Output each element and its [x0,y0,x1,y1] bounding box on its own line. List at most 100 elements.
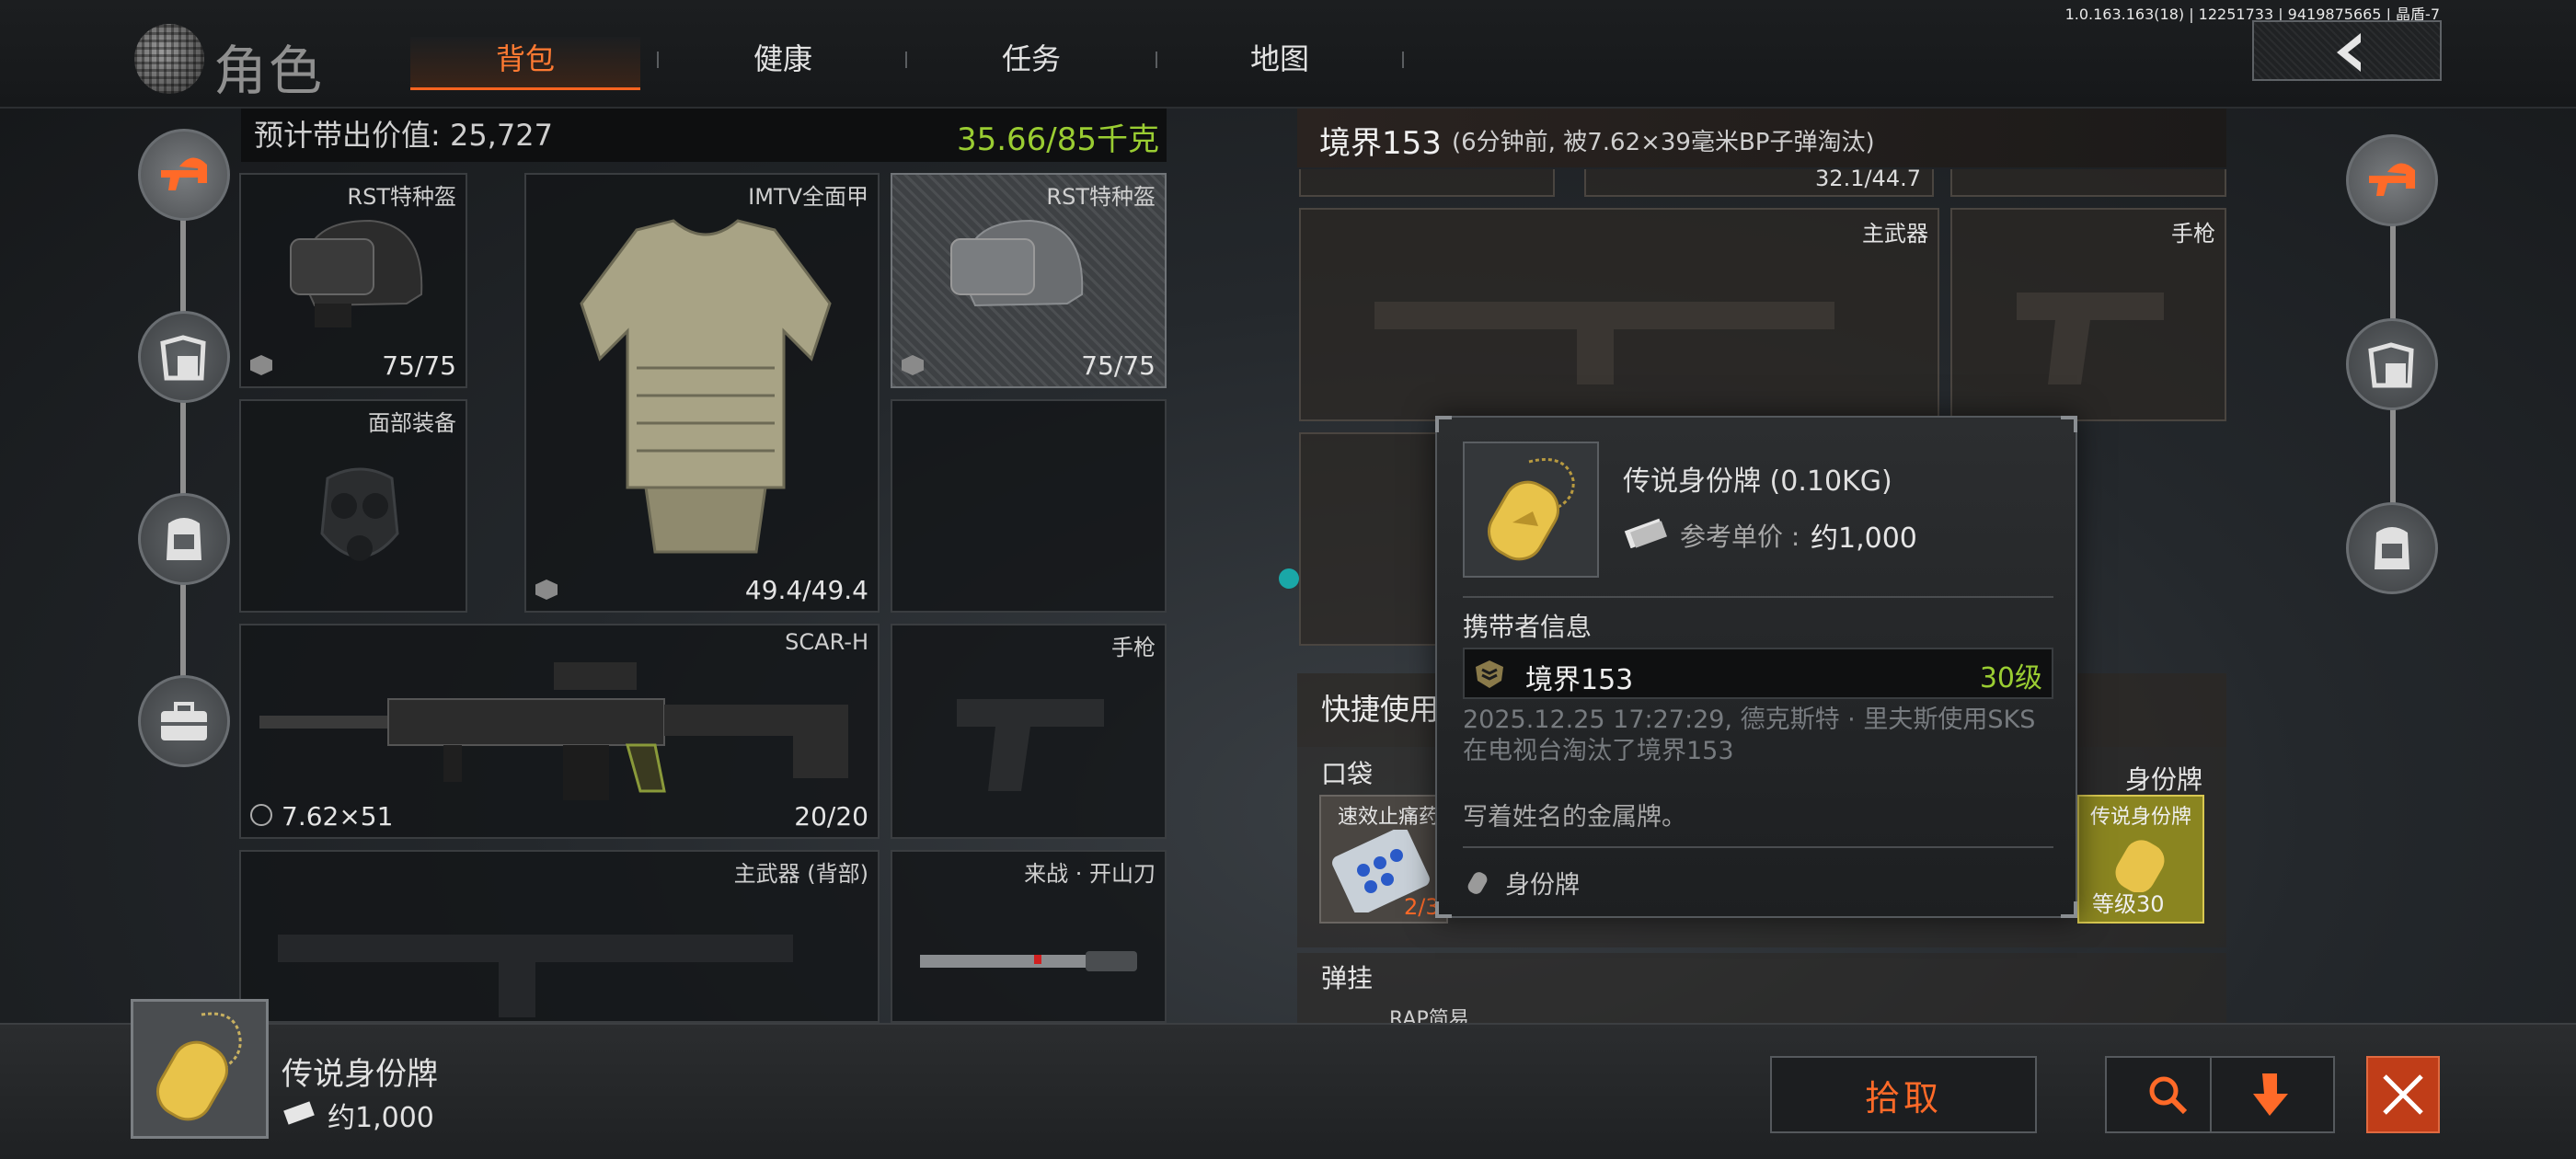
rifle-icon [259,662,848,800]
helmet-alt-slot[interactable]: RST特种盔 75/75 [891,173,1167,388]
pocket-item-slot[interactable]: 速效止痛药 2/3 [1319,795,1448,924]
armor-class-icon [902,355,924,375]
rifle-silhouette-icon [1374,302,1834,384]
back-button[interactable] [2252,20,2442,81]
dogtag-section-title: 身份牌 [2124,764,2202,795]
tab-divider [1156,52,1157,68]
rail-backpack-button[interactable] [138,493,230,585]
tooltip-item-image [1463,442,1599,578]
loot-primary-slot[interactable]: 主武器 [1299,208,1939,421]
empty-slot[interactable] [891,399,1167,613]
value-bar: 预计带出价值: 25,727 35.66/85千克 [241,109,1167,162]
armor-class-icon [250,355,272,375]
tooltip-corner [1435,416,1452,432]
gas-mask-icon [320,467,399,561]
durability: 49.4/49.4 [744,575,868,605]
page-title: 角色 [213,40,325,102]
tab-divider [1402,52,1404,68]
tab-divider [657,52,659,68]
item-tooltip: 传说身份牌 (0.10KG) 参考单价 : 约1,000 携带者信息 境界153… [1435,416,2077,918]
rifle-silhouette-icon [278,935,793,1017]
death-cause: (6分钟前, 被7.62×39毫米BP子弹淘汰) [1452,129,1875,156]
carrier-row: 境界153 30级 [1463,648,2053,699]
pocket-item-count: 2/3 [1404,894,1440,920]
tooltip-price-label: 参考单价 : [1680,522,1800,552]
cash-icon [1624,518,1667,548]
rig-title: 弹挂 [1321,963,1374,993]
dogtag-type-icon [1467,872,1488,894]
slot-title: 主武器 [1862,221,1928,247]
helmet-slot[interactable]: RST特种盔 75/75 [239,173,467,388]
melee-slot[interactable]: 来战 · 开山刀 [891,850,1167,1023]
item-description: 写着姓名的金属牌。 [1463,803,1686,832]
carrier-level: 30级 [1979,662,2042,694]
close-button[interactable] [2366,1056,2440,1133]
slot-title: 主武器 (背部) [733,861,868,887]
dogtag-icon [156,1012,242,1121]
slot-title: 面部装备 [368,410,456,436]
slot-title: 手枪 [1111,635,1156,660]
selected-item-name: 传说身份牌 [282,1056,438,1093]
chevron-left-icon [2337,33,2361,72]
globe-logo-icon [134,24,204,94]
pocket-item-name: 速效止痛药 [1338,806,1440,829]
primary-weapon-slot[interactable]: SCAR-H 7.62×51 20/20 [239,624,880,839]
loot-header: 境界153 (6分钟前, 被7.62×39毫米BP子弹淘汰) [1297,109,2226,167]
right-rail-gear-button[interactable] [2346,134,2438,226]
primary-back-slot[interactable]: 主武器 (背部) [239,850,880,1023]
rig-section: 弹挂 RAP简易 [1297,953,2226,1031]
partial-slot[interactable] [1950,169,2226,197]
tab-backpack[interactable]: 背包 [410,37,640,90]
right-rail-bag-button[interactable] [2346,318,2438,410]
selected-item-image[interactable] [131,999,269,1139]
pickup-button[interactable]: 拾取 [1770,1056,2037,1133]
loot-pistol-slot[interactable]: 手枪 [1950,208,2226,421]
slot-title: 来战 · 开山刀 [1024,861,1156,887]
pistol-slot[interactable]: 手枪 [891,624,1167,839]
ammo-count: 20/20 [794,801,868,832]
body-armor-icon [580,219,832,554]
carry-weight: 35.66/85千克 [956,121,1159,158]
move-down-icon [2253,1073,2288,1116]
carrier-info-title: 携带者信息 [1463,612,1593,642]
gun-helmet-icon [2369,163,2415,196]
quick-use-title: 快捷使用 [1321,692,1440,727]
rail-gear-button[interactable] [138,129,230,221]
partial-value: 32.1/44.7 [1815,166,1921,191]
tooltip-corner [1435,901,1452,918]
armor-slot[interactable]: IMTV全面甲 49.4/49.4 [524,173,880,613]
helmet-icon [950,219,1084,307]
tab-map[interactable]: 地图 [1165,37,1395,90]
loot-slot[interactable] [1299,432,1437,646]
dogtag-icon [2115,840,2165,892]
gun-helmet-icon [161,157,207,190]
divider [1463,846,2053,848]
partial-slot[interactable]: 32.1/44.7 [1584,166,1934,197]
armor-class-icon [535,580,558,600]
tab-health[interactable]: 健康 [668,37,898,90]
move-button[interactable] [2210,1056,2335,1133]
slot-title: 手枪 [2171,221,2215,247]
tooltip-corner [2061,416,2077,432]
dogtag-slot[interactable]: 传说身份牌 等级30 [2077,795,2204,924]
durability: 75/75 [382,350,456,381]
pickup-label: 拾取 [1864,1077,1942,1119]
estimated-value: 预计带出价值: 25,727 [254,118,553,153]
pistol-icon [957,699,1104,791]
rail-bag-button[interactable] [138,311,230,403]
ammo-icon [250,804,272,826]
left-rail-line [180,175,186,745]
dogtag-slot-name: 传说身份牌 [2090,806,2192,829]
tooltip-corner [2061,901,2077,918]
ammo-type: 7.62×51 [282,801,394,832]
backpack-icon [2375,527,2409,569]
durability: 75/75 [1081,350,1156,381]
right-rail-backpack-button[interactable] [2346,502,2438,594]
dogtag-icon [1488,458,1575,561]
tab-tasks[interactable]: 任务 [916,37,1146,90]
face-gear-slot[interactable]: 面部装备 [239,399,467,613]
tooltip-price: 约1,000 [1811,522,1917,555]
rail-case-button[interactable] [138,675,230,767]
partial-slot[interactable] [1299,169,1555,197]
slot-title: IMTV全面甲 [748,184,868,210]
